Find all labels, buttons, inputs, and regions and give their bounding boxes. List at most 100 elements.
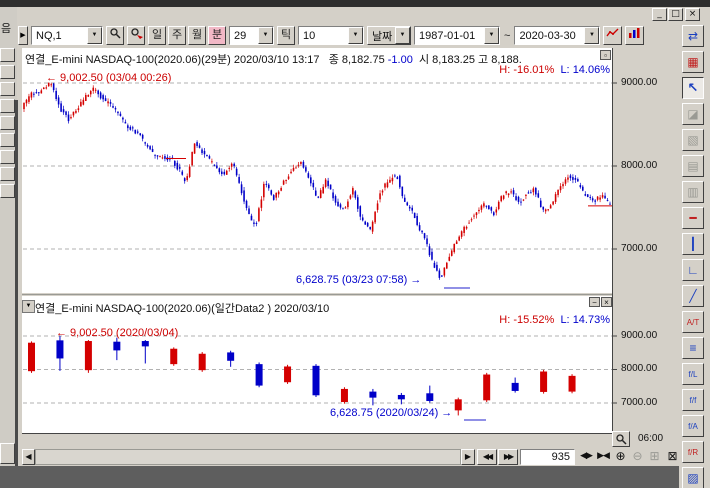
horizontal-line-tool-button[interactable]: ━ (682, 207, 704, 229)
side-panel-button[interactable] (0, 150, 15, 164)
side-panel-button[interactable] (0, 184, 15, 198)
fibo-retrace-tool-icon: f/R (688, 448, 698, 457)
pane-minimize-button[interactable]: − (589, 297, 600, 307)
fibo-level-tool-button[interactable]: f/L (682, 363, 704, 385)
side-panel-button[interactable] (0, 116, 15, 130)
angle-line-tool-button[interactable]: ∟ (682, 259, 704, 281)
symbol-combo[interactable]: NQ,1 ▼ (31, 26, 103, 45)
scroll-left-button[interactable]: ◀ (22, 449, 35, 465)
fast-rewind-button[interactable]: ◀◀ (477, 449, 497, 465)
side-panel-button[interactable] (0, 99, 15, 113)
bar-chart-button[interactable] (625, 26, 644, 45)
pane-restore-button[interactable]: ▫ (600, 50, 611, 60)
pane-close-button[interactable]: × (601, 297, 612, 307)
chevron-down-icon[interactable]: ▼ (395, 27, 410, 44)
date-to-combo[interactable]: 2020-03-30 ▼ (514, 26, 600, 45)
y-axis-tick: 9000.00 (621, 77, 665, 88)
side-panel-button[interactable] (0, 443, 15, 464)
vertical-line-tool-button[interactable]: ┃ (682, 233, 704, 255)
tool-disabled-3-button[interactable]: ▤ (682, 155, 704, 177)
tool-disabled-2-icon: ▧ (687, 133, 698, 147)
tool-disabled-4-button[interactable]: ▥ (682, 181, 704, 203)
intraday-high-annotation: ← 9,002.50 (03/04 00:26) (46, 72, 171, 84)
daily-hl-readout: H: -15.52% L: 14.73% (420, 314, 610, 326)
fibo-arc-tool-icon: f/A (688, 422, 698, 431)
side-panel-button[interactable] (0, 167, 15, 181)
hatch-tool-button[interactable]: ▨ (682, 467, 704, 488)
refresh-button[interactable]: ⇄ (682, 25, 704, 47)
side-panel-button[interactable] (0, 48, 15, 62)
search-symbol-button[interactable] (106, 26, 124, 45)
fibo-fan-tool-icon: f/f (690, 396, 697, 405)
chevron-down-icon[interactable]: ▼ (87, 27, 102, 44)
tick-button[interactable]: 틱 (277, 26, 295, 45)
magnifier-icon (615, 433, 627, 445)
minute-interval-value: 29 (234, 30, 256, 42)
fibo-level-tool-icon: f/L (689, 370, 698, 379)
daily-low-annotation: 6,628.75 (2020/03/24) → (330, 407, 452, 419)
chevron-down-icon[interactable]: ▼ (484, 27, 499, 44)
period-month-button[interactable]: 월 (188, 26, 206, 45)
side-panel-button[interactable] (0, 133, 15, 147)
intraday-chart-pane[interactable] (22, 48, 612, 293)
tick-interval-combo[interactable]: 10 ▼ (298, 26, 364, 45)
levels-tool-button[interactable]: ≡ (682, 337, 704, 359)
date-from-value: 1987-01-01 (419, 30, 482, 42)
minimize-button[interactable]: _ (652, 8, 667, 21)
top-window-edge (0, 0, 710, 7)
y-axis-tick: 9000.00 (621, 330, 665, 341)
titlebar[interactable]: _ □ × (17, 7, 710, 24)
period-minute-button[interactable]: 분 (208, 26, 226, 45)
zoom-in-button[interactable]: ⊕ (613, 449, 628, 465)
trend-line-tool-button[interactable]: ╱ (682, 285, 704, 307)
fibo-arc-tool-button[interactable]: f/A (682, 415, 704, 437)
bar-count-input[interactable]: 935 (520, 449, 575, 465)
line-chart-button[interactable] (603, 26, 622, 45)
close-button[interactable]: × (685, 8, 700, 21)
h-label: H: (499, 64, 510, 76)
toolbar-expander-button[interactable]: ▶ (18, 26, 28, 45)
l-value: 14.73% (573, 314, 610, 326)
line-chart-icon (606, 27, 619, 39)
period-week-button[interactable]: 주 (168, 26, 186, 45)
maximize-button[interactable]: □ (668, 8, 683, 21)
tool-disabled-1-icon: ◪ (687, 107, 698, 121)
h-label: H: (499, 314, 510, 326)
zoom-out-button[interactable]: ⊖ (630, 449, 645, 465)
change-value: -1.00 (388, 54, 413, 66)
chevron-down-icon[interactable]: ▼ (348, 27, 363, 44)
y-axis-tick: 7000.00 (621, 397, 665, 408)
side-panel-button[interactable] (0, 82, 15, 96)
expand-bars-button[interactable]: ◀▶ (578, 449, 594, 465)
grid-view-button[interactable]: ⊞ (647, 449, 662, 465)
fibo-fan-tool-button[interactable]: f/f (682, 389, 704, 411)
y-axis-tick: 8000.00 (621, 363, 665, 374)
candle-pattern-icon: ▦ (687, 55, 698, 69)
period-day-button[interactable]: 일 (148, 26, 166, 45)
pane-dropdown-button[interactable]: ▼ (22, 300, 35, 313)
date-mode-combo[interactable]: 날짜 ▼ (367, 26, 411, 45)
play-forward-button[interactable]: ▶ (461, 449, 475, 465)
l-label: L: (560, 314, 569, 326)
h-value: -16.01% (513, 64, 554, 76)
date-from-combo[interactable]: 1987-01-01 ▼ (414, 26, 500, 45)
candle-pattern-button[interactable]: ▦ (682, 51, 704, 73)
chevron-down-icon[interactable]: ▼ (584, 27, 599, 44)
fast-forward-button[interactable]: ▶▶ (498, 449, 518, 465)
chevron-down-icon[interactable]: ▼ (258, 27, 273, 44)
close-pane-button[interactable]: ⊠ (665, 449, 680, 465)
data-range-scrollbar[interactable] (35, 449, 461, 465)
tool-disabled-1-button[interactable]: ◪ (682, 103, 704, 125)
search-recent-button[interactable] (127, 26, 145, 45)
window-seam (15, 100, 18, 466)
l-value: 14.06% (573, 64, 610, 76)
side-panel-button[interactable] (0, 65, 15, 79)
fibo-retrace-tool-button[interactable]: f/R (682, 441, 704, 463)
cursor-tool-button[interactable]: ↖ (682, 77, 704, 99)
axis-zoom-button[interactable] (612, 431, 630, 447)
collapse-bars-button[interactable]: ▶◀ (595, 449, 611, 465)
text-tool-button[interactable]: A/T (682, 311, 704, 333)
tool-disabled-2-button[interactable]: ▧ (682, 129, 704, 151)
minute-interval-combo[interactable]: 29 ▼ (229, 26, 274, 45)
search-back-icon (130, 27, 144, 39)
